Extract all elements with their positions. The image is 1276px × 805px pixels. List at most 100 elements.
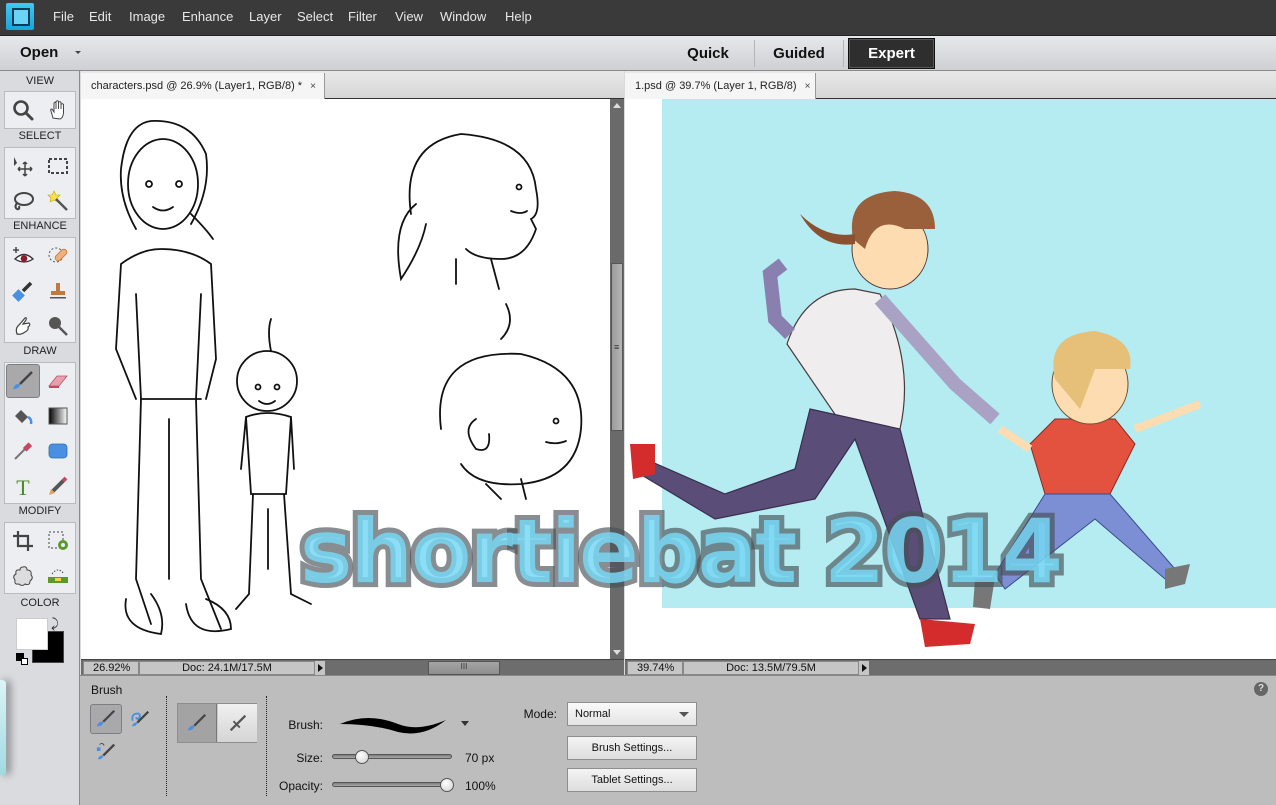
- separator: [166, 696, 167, 796]
- help-icon[interactable]: ?: [1254, 682, 1268, 696]
- close-tab-icon[interactable]: ×: [310, 81, 316, 92]
- canvas-characters[interactable]: [81, 99, 610, 659]
- magnifier-icon: [13, 100, 34, 121]
- foreground-color-swatch[interactable]: [16, 618, 48, 650]
- magic-wand-tool[interactable]: [41, 184, 75, 218]
- content-aware-move-tool[interactable]: [6, 559, 40, 593]
- menu-layer[interactable]: Layer: [249, 9, 282, 24]
- menu-edit[interactable]: Edit: [89, 9, 111, 24]
- spot-healing-brush-tool[interactable]: [41, 239, 75, 273]
- magic-wand-icon: [47, 190, 68, 211]
- menu-image[interactable]: Image: [129, 9, 165, 24]
- document-tab-1psd[interactable]: 1.psd @ 39.7% (Layer 1, RGB/8) ×: [625, 73, 816, 99]
- size-slider-track[interactable]: [332, 754, 452, 759]
- airbrush-toggle[interactable]: [218, 704, 257, 742]
- blend-mode-select[interactable]: Normal: [567, 702, 697, 726]
- tool-group-select: [4, 147, 76, 219]
- menu-enhance[interactable]: Enhance: [182, 9, 233, 24]
- gradient-icon: [48, 407, 68, 425]
- doc-size: Doc: 24.1M/17.5M: [139, 661, 315, 675]
- level-icon: [48, 569, 68, 583]
- content-aware-icon: [13, 566, 33, 586]
- tab-expert[interactable]: Expert: [848, 38, 935, 69]
- brush-preset-preview[interactable]: [338, 710, 448, 740]
- close-tab-icon[interactable]: ×: [805, 81, 811, 92]
- doc-size: Doc: 13.5M/79.5M: [683, 661, 859, 675]
- zoom-level[interactable]: 39.74%: [627, 661, 683, 675]
- sponge-tool[interactable]: [41, 309, 75, 343]
- paint-bucket-tool[interactable]: [6, 399, 40, 433]
- menu-select[interactable]: Select: [297, 9, 333, 24]
- pencil-tool[interactable]: [41, 469, 75, 503]
- rectangular-marquee-tool[interactable]: [41, 149, 75, 183]
- panel-bin-tab[interactable]: [0, 680, 6, 775]
- eyedropper-tool[interactable]: [6, 434, 40, 468]
- menu-window[interactable]: Window: [440, 9, 486, 24]
- menu-file[interactable]: File: [53, 9, 74, 24]
- move-tool[interactable]: [6, 149, 40, 183]
- brush-preset-dropdown-icon[interactable]: [461, 721, 469, 726]
- brush-icon: [96, 709, 116, 727]
- zoom-level[interactable]: 26.92%: [83, 661, 139, 675]
- recompose-tool[interactable]: [41, 524, 75, 558]
- red-eye-removal-tool[interactable]: [6, 239, 40, 273]
- brush-mode-brush[interactable]: [90, 704, 122, 734]
- crop-tool[interactable]: [6, 524, 40, 558]
- vertical-scroll-thumb[interactable]: ≡: [611, 263, 623, 431]
- menu-view[interactable]: View: [395, 9, 423, 24]
- brush-tool[interactable]: [6, 364, 40, 398]
- brush-mode-color-replacement[interactable]: [90, 736, 122, 766]
- mother-hair: [119, 120, 208, 230]
- smart-brush-tool[interactable]: [6, 274, 40, 308]
- size-label: Size:: [296, 751, 323, 765]
- document-window-1psd: 1.psd @ 39.7% (Layer 1, RGB/8) × 39.74% …: [625, 71, 1276, 675]
- child-head-profile: [439, 352, 583, 486]
- menu-help[interactable]: Help: [505, 9, 532, 24]
- type-tool[interactable]: T: [6, 469, 40, 503]
- lasso-tool[interactable]: [6, 184, 40, 218]
- mother-shoe-back: [630, 444, 655, 479]
- tab-quick[interactable]: Quick: [668, 38, 748, 69]
- scroll-up-icon[interactable]: [613, 103, 621, 108]
- brush-mode-impressionist[interactable]: [124, 704, 156, 734]
- opacity-slider-track[interactable]: [332, 782, 452, 787]
- tablet-settings-button[interactable]: Tablet Settings...: [567, 768, 697, 792]
- section-label-select: SELECT: [18, 130, 62, 142]
- brush-settings-button[interactable]: Brush Settings...: [567, 736, 697, 760]
- tab-guided[interactable]: Guided: [760, 38, 838, 69]
- document-tab-characters[interactable]: characters.psd @ 26.9% (Layer1, RGB/8) *…: [81, 73, 325, 99]
- opacity-slider-knob[interactable]: [440, 778, 454, 792]
- tool-group-modify: [4, 522, 76, 594]
- toolbox: VIEW SELECT ENHANCE DRAW T MODIFY COLOR …: [0, 71, 80, 805]
- document-tab-title: characters.psd @ 26.9% (Layer1, RGB/8) *: [91, 80, 303, 92]
- horizontal-scroll-thumb[interactable]: III: [428, 661, 500, 675]
- zoom-tool[interactable]: [6, 93, 40, 127]
- status-menu-arrow-icon[interactable]: [859, 661, 869, 675]
- move-arrows-icon: [14, 157, 33, 177]
- smudge-tool[interactable]: [6, 309, 40, 343]
- vertical-scrollbar-characters[interactable]: ≡: [610, 99, 624, 659]
- size-slider-knob[interactable]: [355, 750, 370, 764]
- clone-stamp-tool[interactable]: [41, 274, 75, 308]
- svg-text:T: T: [16, 475, 30, 498]
- section-label-enhance: ENHANCE: [13, 220, 67, 232]
- color-replacement-brush-icon: [96, 742, 116, 760]
- mother-head-profile: [408, 133, 539, 260]
- document-tab-row: characters.psd @ 26.9% (Layer1, RGB/8) *…: [81, 71, 624, 99]
- hand-tool[interactable]: [41, 93, 75, 127]
- brush-icon: [13, 371, 33, 389]
- normal-brush-toggle[interactable]: [178, 704, 217, 742]
- shape-tool[interactable]: [41, 434, 75, 468]
- menu-bar: File Edit Image Enhance Layer Select Fil…: [0, 0, 1276, 36]
- scroll-down-icon[interactable]: [613, 650, 621, 655]
- eraser-tool[interactable]: [41, 364, 75, 398]
- menu-filter[interactable]: Filter: [348, 9, 377, 24]
- status-bar-1psd: 39.74% Doc: 13.5M/79.5M: [625, 659, 1276, 675]
- straighten-tool[interactable]: [41, 559, 75, 593]
- status-menu-arrow-icon[interactable]: [315, 661, 325, 675]
- gradient-tool[interactable]: [41, 399, 75, 433]
- canvas-1psd[interactable]: [625, 99, 1276, 659]
- open-button[interactable]: Open: [20, 44, 58, 61]
- swap-colors-icon[interactable]: ⤸: [51, 616, 59, 632]
- open-dropdown-icon[interactable]: [75, 51, 81, 54]
